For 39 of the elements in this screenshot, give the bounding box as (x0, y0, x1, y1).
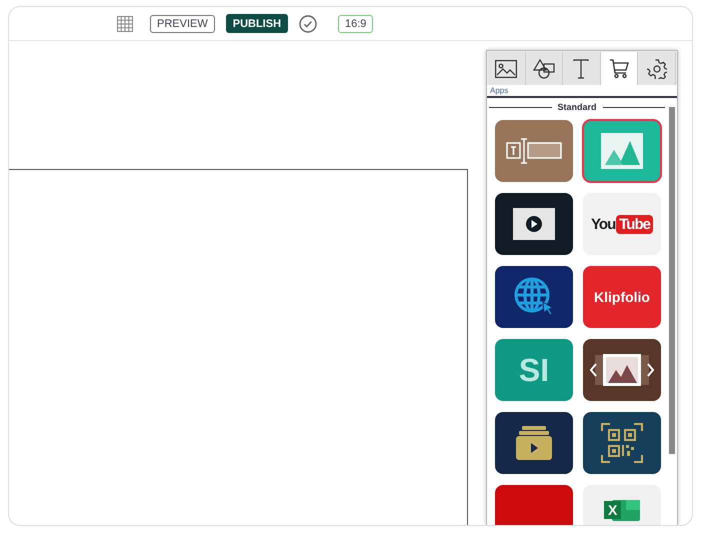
aspect-ratio-button[interactable]: 16:9 (338, 14, 374, 32)
mountain-image-icon (601, 133, 643, 169)
panel-tab[interactable] (600, 52, 638, 85)
logo-text: X (604, 501, 622, 519)
shapes-icon (532, 58, 555, 78)
image-icon (495, 60, 518, 78)
tab-caption: Apps (487, 85, 677, 98)
app-tile[interactable] (495, 193, 573, 255)
app-tile[interactable] (495, 412, 573, 474)
app-tile[interactable] (495, 266, 573, 328)
app-tile[interactable] (583, 339, 661, 401)
settings-icon (646, 58, 667, 78)
app-tile[interactable] (495, 120, 573, 182)
panel-tab[interactable] (526, 52, 564, 85)
check-circle-icon[interactable] (299, 14, 318, 32)
app-tile[interactable] (583, 120, 661, 182)
logo-text: You (591, 216, 616, 232)
app-tile[interactable]: X (583, 485, 661, 525)
scrollbar[interactable] (669, 107, 675, 454)
preview-button[interactable]: PREVIEW (150, 14, 215, 32)
panel-tab[interactable] (638, 52, 676, 85)
image-carousel-icon (589, 352, 655, 388)
logo-text: Tube (616, 214, 653, 234)
text-icon (573, 58, 590, 78)
app-tile[interactable]: You Tube (583, 193, 661, 255)
app-tile[interactable] (583, 412, 661, 474)
cart-icon (609, 58, 630, 78)
panel-tab[interactable] (563, 52, 601, 85)
text-field-icon (506, 138, 562, 164)
panel-tab[interactable] (488, 52, 526, 85)
qr-code-icon (601, 423, 643, 463)
publish-button[interactable]: PUBLISH (226, 14, 288, 33)
grid-icon[interactable] (117, 16, 133, 32)
section-heading: Standard (558, 102, 597, 112)
app-tile[interactable]: Klipfolio (583, 266, 661, 328)
logo-text: Klipfolio (594, 289, 650, 305)
media-folder-icon (515, 425, 553, 461)
logo-text: SI (518, 352, 550, 388)
video-player-icon (513, 208, 555, 240)
